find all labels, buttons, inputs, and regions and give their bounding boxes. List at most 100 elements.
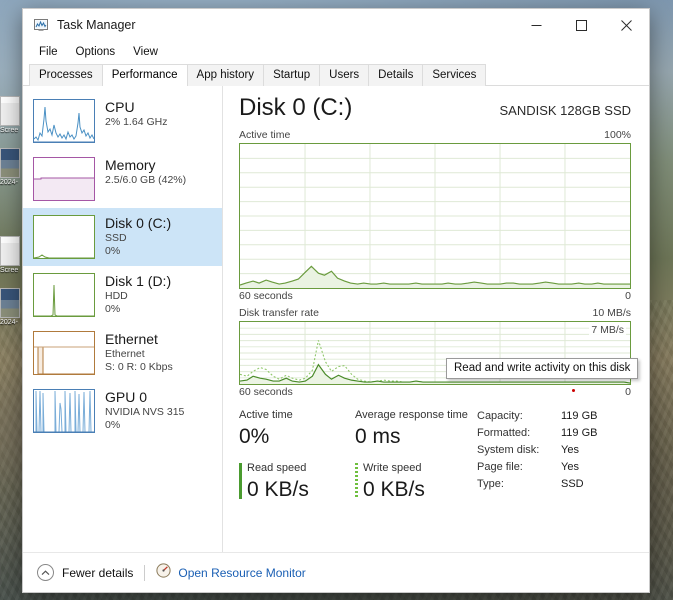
resource-monitor-icon [156,562,171,583]
maximize-button[interactable] [559,9,604,41]
menu-view[interactable]: View [125,44,166,60]
active-time-stat-value: 0% [239,425,270,448]
sidebar-item-gpu0[interactable]: GPU 0 NVIDIA NVS 315 0% [23,382,222,440]
sidebar-memory-name: Memory [105,157,156,173]
property-row: Formatted: 119 GB [477,425,631,442]
chevron-up-icon [37,564,54,581]
sidebar-gpu0-name: GPU 0 [105,389,148,405]
page-title: Disk 0 (C:) [239,94,353,121]
image-thumbnail-icon [0,148,20,178]
property-key: System disk: [477,444,540,456]
property-key: Capacity: [477,410,523,422]
property-row: Capacity: 119 GB [477,408,631,425]
tab-details[interactable]: Details [368,64,424,86]
footer-divider [144,564,146,581]
sidebar-gpu0-usage: 0% [105,419,121,431]
transfer-rate-x-axis: 60 seconds 0 [239,386,631,398]
tab-users[interactable]: Users [319,64,370,86]
tab-app-history[interactable]: App history [186,64,265,86]
desktop-icon[interactable]: Scree [0,236,22,288]
desktop-icon-label: 2024- [0,319,18,326]
sidebar-cpu-name: CPU [105,99,135,115]
property-row: Page file: Yes [477,459,631,476]
property-value: 119 GB [561,427,598,439]
active-time-x-right: 0 [625,290,631,302]
desktop-icon[interactable]: Scree [0,96,22,148]
property-row: Type: SSD [477,476,631,493]
active-time-graph[interactable] [239,143,631,289]
tab-performance[interactable]: Performance [101,64,188,86]
sidebar-item-memory[interactable]: Memory 2.5/6.0 GB (42%) [23,150,222,208]
write-speed-label: Write speed [363,462,422,474]
window-footer: Fewer details Open Resource Monitor [23,552,649,592]
transfer-rate-graph[interactable]: 7 MB/s Read and write activity on this d… [239,321,639,385]
menu-bar: File Options View [23,41,649,63]
property-key: Page file: [477,461,523,473]
ethernet-mini-graph-icon [33,331,95,375]
active-time-axis-labels: Active time 100% [239,129,631,141]
minimize-button[interactable] [514,9,559,41]
sidebar-disk1-type: HDD [105,290,128,302]
task-manager-window: Task Manager File Options View Processes… [22,8,650,593]
window-title: Task Manager [57,18,136,32]
sidebar-disk0-type: SSD [105,232,127,244]
read-speed-label: Read speed [247,462,307,474]
tab-processes[interactable]: Processes [29,64,103,86]
disk-stats-left: Active time 0% Average response time 0 m… [239,408,471,503]
fewer-details-button[interactable]: Fewer details [37,564,133,581]
sidebar-memory-detail: 2.5/6.0 GB (42%) [105,174,187,186]
tab-services[interactable]: Services [422,64,487,86]
performance-pane: CPU 2% 1.64 GHz Memory 2.5/6.0 GB (42%) [23,86,649,552]
resource-list: CPU 2% 1.64 GHz Memory 2.5/6.0 GB (42%) [23,86,223,552]
open-resource-monitor-label: Open Resource Monitor [178,565,306,580]
sidebar-item-disk0[interactable]: Disk 0 (C:) SSD 0% [23,208,222,266]
tab-startup[interactable]: Startup [263,64,321,86]
desktop-icon-label: 2024- [0,179,18,186]
write-speed-stat: Write speed 0 KB/s [355,461,471,503]
open-resource-monitor-link[interactable]: Open Resource Monitor [156,562,306,583]
close-button[interactable] [604,9,649,41]
file-thumbnail-icon [0,236,20,266]
transfer-rate-inline-max: 7 MB/s [589,324,626,336]
desktop-icon[interactable]: 2024- [0,148,22,200]
desktop-icon[interactable]: 2024- [0,288,22,340]
menu-file[interactable]: File [31,44,66,60]
file-thumbnail-icon [0,96,20,126]
cpu-mini-graph-icon [33,99,95,143]
property-value: SSD [561,478,584,490]
sidebar-item-cpu[interactable]: CPU 2% 1.64 GHz [23,92,222,150]
memory-mini-graph-icon [33,157,95,201]
tab-strip: Processes Performance App history Startu… [23,63,649,86]
disk-model-label: SANDISK 128GB SSD [499,103,632,118]
speed-stats-row: Read speed 0 KB/s Write speed 0 KB/s [239,461,471,503]
sidebar-item-ethernet[interactable]: Ethernet Ethernet S: 0 R: 0 Kbps [23,324,222,382]
disk-detail-panel: Disk 0 (C:) SANDISK 128GB SSD Active tim… [223,86,649,552]
sidebar-ethernet-name: Ethernet [105,331,158,347]
menu-options[interactable]: Options [68,44,124,60]
panel-header: Disk 0 (C:) SANDISK 128GB SSD [239,92,631,124]
transfer-rate-label: Disk transfer rate [239,307,319,319]
read-speed-stat: Read speed 0 KB/s [239,461,355,503]
transfer-rate-x-right: 0 [625,386,631,398]
write-speed-legend-bar [355,463,358,499]
response-time-stat-value: 0 ms [355,425,401,448]
active-time-stat-label: Active time [239,409,293,421]
desktop-icon-label: Scree [0,127,19,134]
response-time-stat: Average response time 0 ms [355,408,471,450]
disk-stats: Active time 0% Average response time 0 m… [239,408,631,503]
active-time-max: 100% [604,129,631,141]
disk0-mini-graph-icon [33,215,95,259]
title-bar[interactable]: Task Manager [23,9,649,41]
sidebar-ethernet-type: Ethernet [105,348,145,360]
write-speed-value: 0 KB/s [363,478,425,501]
task-manager-icon [33,17,49,33]
mouse-cursor-dot [572,389,575,392]
active-time-x-axis: 60 seconds 0 [239,290,631,302]
image-thumbnail-icon [0,288,20,318]
sidebar-disk1-usage: 0% [105,303,121,315]
sidebar-item-disk1[interactable]: Disk 1 (D:) HDD 0% [23,266,222,324]
active-time-stat: Active time 0% [239,408,355,450]
sidebar-disk0-name: Disk 0 (C:) [105,215,172,231]
graph-tooltip: Read and write activity on this disk [446,358,639,379]
primary-stats-row: Active time 0% Average response time 0 m… [239,408,471,450]
